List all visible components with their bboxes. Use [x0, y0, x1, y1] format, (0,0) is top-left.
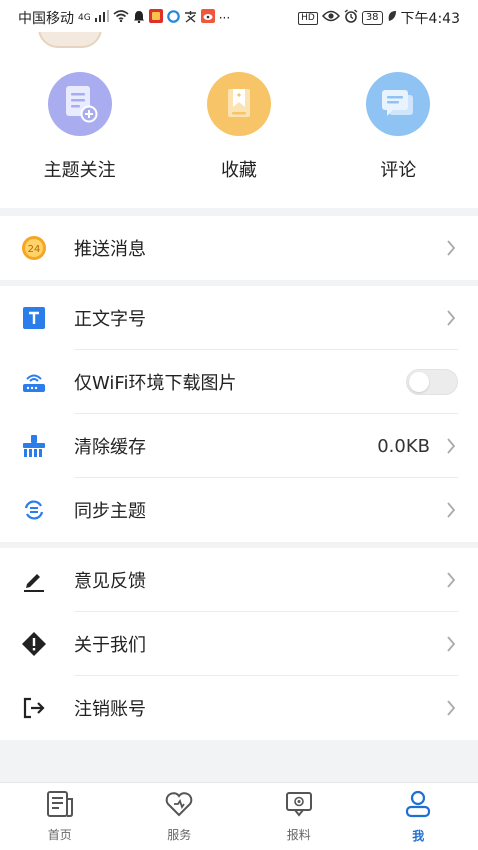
feedback-row[interactable]: 意见反馈	[0, 548, 478, 612]
text-icon	[20, 304, 48, 332]
wifi-icon	[113, 10, 129, 26]
quick-actions-card: 主题关注 收藏 评论	[0, 32, 478, 208]
avatar	[38, 32, 102, 48]
chevron-right-icon	[444, 308, 458, 328]
nav-home[interactable]: 首页	[0, 783, 120, 850]
font-size-row[interactable]: 正文字号	[0, 286, 478, 350]
nav-service-label: 服务	[167, 827, 192, 842]
quick-action-comments[interactable]: 评论	[319, 72, 478, 182]
eye-icon	[321, 10, 340, 26]
sync-theme-row[interactable]: 同步主题	[0, 478, 478, 542]
chevron-right-icon	[444, 238, 458, 258]
cache-size-value: 0.0KB	[377, 435, 430, 457]
doc-add-icon	[47, 72, 112, 136]
sync-icon	[20, 496, 48, 524]
feedback-label: 意见反馈	[74, 571, 146, 592]
chevron-right-icon	[444, 570, 458, 590]
clear-cache-label: 清除缓存	[74, 437, 146, 458]
logout-label: 注销账号	[74, 699, 146, 720]
signal-icon	[94, 10, 109, 26]
pen-icon	[20, 566, 48, 594]
nav-report[interactable]: 报料	[239, 783, 359, 850]
bookmark-icon	[206, 72, 271, 136]
account-section: 意见反馈 关于我们 注销账号	[0, 548, 478, 740]
heart-icon	[164, 791, 194, 821]
clock-time: 下午4:43	[400, 11, 460, 27]
push-messages-row[interactable]: 24 推送消息	[0, 216, 478, 280]
status-left: 中国移动 4G ···	[18, 8, 230, 28]
network-type: 4G	[78, 12, 91, 23]
status-bar: 中国移动 4G ··· HD 38 下午4:43	[0, 0, 478, 36]
wifi-images-toggle[interactable]	[406, 369, 458, 395]
app-letter-icon	[184, 10, 197, 27]
nav-me-label: 我	[412, 828, 425, 843]
news-icon	[46, 790, 74, 821]
nav-report-label: 报料	[286, 827, 311, 842]
alert-diamond-icon	[20, 630, 48, 658]
wifi-images-label: 仅WiFi环境下载图片	[74, 373, 237, 394]
quick-action-label: 收藏	[220, 160, 257, 181]
push-24-icon: 24	[20, 234, 48, 262]
bottom-nav: 首页 服务 报料 我	[0, 782, 478, 850]
report-icon	[285, 791, 313, 821]
quick-action-label: 主题关注	[43, 160, 116, 181]
nav-home-label: 首页	[47, 827, 72, 842]
wifi-images-row: 仅WiFi环境下载图片	[0, 350, 478, 414]
router-icon	[20, 368, 48, 396]
about-label: 关于我们	[74, 635, 146, 656]
status-right: HD 38 下午4:43	[298, 8, 460, 28]
weibo-icon	[200, 9, 215, 27]
chevron-right-icon	[444, 500, 458, 520]
quick-action-topic-follow[interactable]: 主题关注	[0, 72, 159, 182]
quick-action-label: 评论	[380, 160, 417, 181]
sync-theme-label: 同步主题	[74, 501, 146, 522]
clear-cache-row[interactable]: 清除缓存 0.0KB	[0, 414, 478, 478]
display-section: 正文字号 仅WiFi环境下载图片 清除缓存 0.0KB 同步主题	[0, 286, 478, 542]
alarm-icon	[344, 9, 358, 27]
battery-icon: 38	[361, 11, 383, 25]
quick-actions-row: 主题关注 收藏 评论	[0, 72, 478, 182]
browser-icon	[166, 9, 180, 27]
toggle-knob	[409, 372, 429, 392]
quick-action-favorites[interactable]: 收藏	[159, 72, 318, 182]
logout-icon	[20, 694, 48, 722]
chevron-right-icon	[444, 634, 458, 654]
chevron-right-icon	[444, 698, 458, 718]
push-messages-label: 推送消息	[74, 239, 146, 260]
about-row[interactable]: 关于我们	[0, 612, 478, 676]
nav-service[interactable]: 服务	[120, 783, 240, 850]
hd-badge: HD	[298, 11, 318, 25]
chat-icon	[366, 72, 431, 136]
chevron-right-icon	[444, 436, 458, 456]
font-size-label: 正文字号	[74, 309, 146, 330]
carrier-name: 中国移动	[18, 11, 74, 27]
broom-icon	[20, 432, 48, 460]
person-icon	[405, 790, 431, 822]
more-notifications: ···	[218, 11, 231, 25]
logout-row[interactable]: 注销账号	[0, 676, 478, 740]
nav-me[interactable]: 我	[359, 783, 478, 850]
notification-bell-icon	[133, 10, 145, 27]
push-section: 24 推送消息	[0, 216, 478, 280]
leaf-icon	[387, 10, 397, 26]
app-notification-icon	[148, 9, 163, 27]
svg-text:24: 24	[28, 244, 41, 255]
